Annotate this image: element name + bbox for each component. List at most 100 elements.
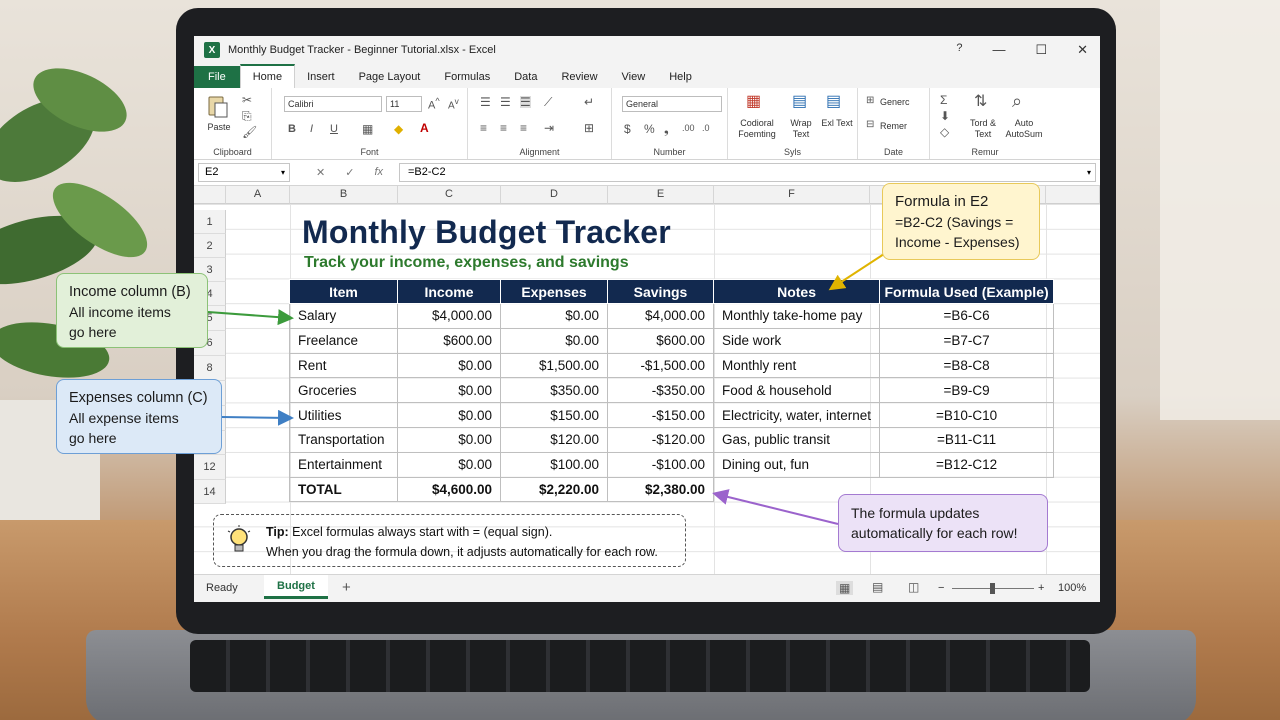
income-cell[interactable]: $0.00 <box>397 426 501 453</box>
header-income[interactable]: Income <box>397 279 501 304</box>
page-layout-view-icon[interactable]: ▤ <box>872 581 883 593</box>
header-notes[interactable]: Notes <box>712 279 881 304</box>
sort-text-button[interactable]: Tord & Text <box>966 118 1000 140</box>
formula-cell[interactable]: =B8-C8 <box>879 352 1055 379</box>
expenses-cell[interactable]: $0.00 <box>500 303 608 329</box>
wrap-text-icon[interactable]: ▤ <box>792 94 807 110</box>
page-break-view-icon[interactable]: ◫ <box>908 581 919 593</box>
orientation-icon[interactable]: ⟋ <box>544 96 552 108</box>
percent-button[interactable]: % <box>644 123 655 135</box>
notes-cell[interactable]: Gas, public transit <box>712 426 881 453</box>
select-all-corner[interactable] <box>194 186 226 204</box>
savings-cell[interactable]: -$120.00 <box>607 426 714 453</box>
increase-decimal-icon[interactable]: .00 <box>682 124 695 133</box>
formula-cell[interactable]: =B7-C7 <box>879 327 1055 354</box>
font-size-dropdown[interactable]: 11 <box>386 96 422 112</box>
minimize-button[interactable]: — <box>992 42 1005 58</box>
income-cell[interactable]: $0.00 <box>397 352 501 379</box>
align-right-icon[interactable]: ≡ <box>520 122 527 134</box>
formula-input[interactable]: =B2-C2 ▾ <box>399 163 1096 182</box>
row-header[interactable]: 2 <box>194 234 226 258</box>
total-expenses-cell[interactable]: $2,220.00 <box>500 476 608 503</box>
tab-formulas[interactable]: Formulas <box>432 66 502 88</box>
col-header-a[interactable]: A <box>226 186 290 204</box>
header-item[interactable]: Item <box>289 279 398 304</box>
exit-text-icon[interactable]: ▤ <box>826 94 841 110</box>
format-painter-icon[interactable]: 🖌 <box>242 126 257 138</box>
general-icon[interactable]: ⊞ <box>866 96 874 106</box>
exit-text-button[interactable]: Exl Text <box>820 118 854 129</box>
align-center-icon[interactable]: ≡ <box>500 122 507 134</box>
wrap-icon[interactable]: ↵ <box>584 96 594 108</box>
notes-cell[interactable]: Monthly take-home pay <box>712 303 881 329</box>
bold-button[interactable]: B <box>288 124 296 135</box>
savings-cell[interactable]: $600.00 <box>607 327 714 354</box>
enter-icon[interactable]: ✓ <box>345 166 354 179</box>
item-cell[interactable]: Utilities <box>289 402 398 428</box>
col-header-f[interactable]: F <box>714 186 870 204</box>
formula-cell[interactable]: =B10-C10 <box>879 402 1055 428</box>
autosum-button[interactable]: Auto AutoSum <box>1004 118 1044 140</box>
align-middle-icon[interactable]: ☰ <box>500 96 511 108</box>
close-button[interactable]: ✕ <box>1077 42 1088 58</box>
expenses-cell[interactable]: $100.00 <box>500 451 608 478</box>
zoom-in-button[interactable]: + <box>1038 582 1044 594</box>
notes-cell[interactable]: Food & household <box>712 377 881 404</box>
zoom-slider-handle[interactable] <box>990 583 995 594</box>
merge-icon[interactable]: ⊞ <box>584 122 594 134</box>
header-formula-used[interactable]: Formula Used (Example) <box>879 279 1055 304</box>
tab-data[interactable]: Data <box>502 66 549 88</box>
row-header[interactable]: 1 <box>194 210 226 234</box>
decrease-decimal-icon[interactable]: .0 <box>702 124 710 133</box>
income-cell[interactable]: $0.00 <box>397 451 501 478</box>
expenses-cell[interactable]: $350.00 <box>500 377 608 404</box>
align-bottom-icon[interactable]: ☰ <box>520 96 531 108</box>
item-cell[interactable]: Entertainment <box>289 451 398 478</box>
add-sheet-button[interactable]: + <box>342 579 351 596</box>
formula-cell[interactable]: =B6-C6 <box>879 303 1055 329</box>
tab-file[interactable]: File <box>194 66 240 88</box>
row-header[interactable]: 12 <box>194 455 226 480</box>
total-income-cell[interactable]: $4,600.00 <box>397 476 501 503</box>
savings-cell[interactable]: -$100.00 <box>607 451 714 478</box>
tab-view[interactable]: View <box>610 66 658 88</box>
total-label-cell[interactable]: TOTAL <box>289 476 398 503</box>
notes-cell[interactable]: Electricity, water, internet <box>712 402 881 428</box>
number-format-dropdown[interactable]: General <box>622 96 722 112</box>
insert-function-button[interactable]: fx <box>374 166 383 179</box>
savings-cell[interactable]: -$1,500.00 <box>607 352 714 379</box>
total-savings-cell[interactable]: $2,380.00 <box>607 476 714 503</box>
row-header[interactable]: 14 <box>194 480 226 504</box>
fill-color-icon[interactable]: ◆ <box>394 123 403 135</box>
name-box-dropdown-icon[interactable]: ▾ <box>281 164 285 181</box>
tab-insert[interactable]: Insert <box>295 66 347 88</box>
paste-icon[interactable] <box>206 94 228 118</box>
col-header-d[interactable]: D <box>501 186 608 204</box>
formula-cell[interactable]: =B11-C11 <box>879 426 1055 453</box>
expenses-cell[interactable]: $0.00 <box>500 327 608 354</box>
formula-cell[interactable]: =B12-C12 <box>879 451 1055 478</box>
sort-filter-icon[interactable]: ⇅ <box>974 94 987 110</box>
font-color-icon[interactable]: A <box>420 122 429 134</box>
income-cell[interactable]: $600.00 <box>397 327 501 354</box>
row-header[interactable]: 8 <box>194 356 226 381</box>
savings-cell[interactable]: -$350.00 <box>607 377 714 404</box>
expenses-cell[interactable]: $150.00 <box>500 402 608 428</box>
underline-button[interactable]: U <box>330 124 338 135</box>
col-header-c[interactable]: C <box>398 186 501 204</box>
find-icon[interactable]: ⌕ <box>1012 92 1022 110</box>
clear-icon[interactable]: ◇ <box>940 126 949 138</box>
item-cell[interactable]: Salary <box>289 303 398 329</box>
income-cell[interactable]: $0.00 <box>397 377 501 404</box>
currency-button[interactable]: $ <box>624 123 631 135</box>
item-cell[interactable]: Groceries <box>289 377 398 404</box>
fill-icon[interactable]: ⬇ <box>940 110 950 122</box>
income-cell[interactable]: $4,000.00 <box>397 303 501 329</box>
item-cell[interactable]: Rent <box>289 352 398 379</box>
general-button[interactable]: Generс <box>880 97 910 108</box>
conditional-formatting-icon[interactable]: ▦ <box>746 94 761 110</box>
expand-formula-icon[interactable]: ▾ <box>1087 164 1091 181</box>
wrap-text-button[interactable]: Wrap Text <box>784 118 818 140</box>
cut-icon[interactable]: ✂ <box>242 94 252 106</box>
tab-review[interactable]: Review <box>549 66 609 88</box>
